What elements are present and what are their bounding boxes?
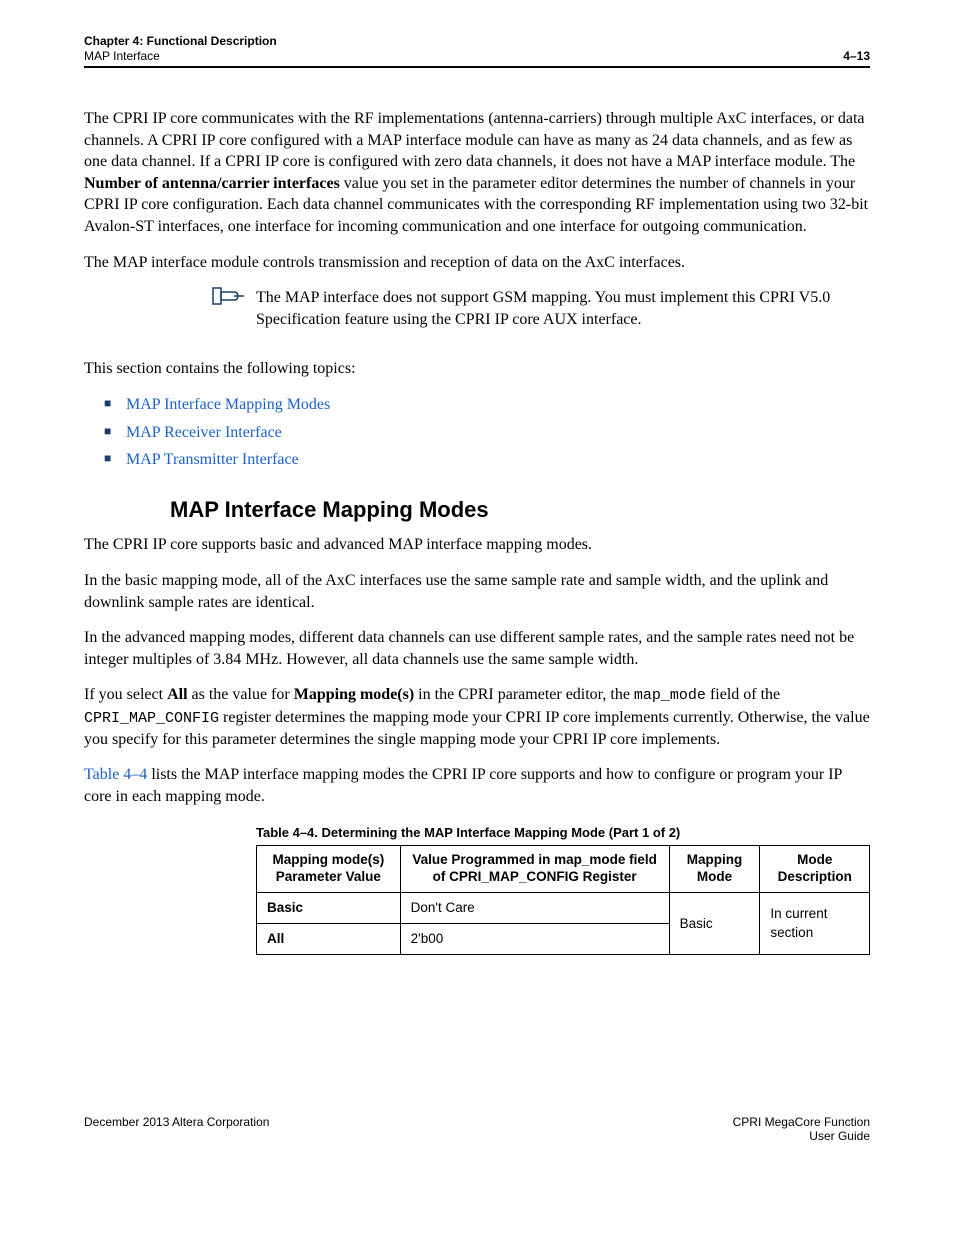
header-pagenum: 4–13	[843, 49, 870, 64]
topics-intro: This section contains the following topi…	[84, 358, 870, 380]
table-header: Mapping Mode	[669, 846, 760, 893]
header-section: MAP Interface	[84, 49, 277, 64]
table-header: Mapping mode(s) Parameter Value	[257, 846, 401, 893]
modes-paragraph-4: If you select All as the value for Mappi…	[84, 684, 870, 750]
table-header: Mode Description	[760, 846, 870, 893]
code-map-mode: map_mode	[634, 687, 706, 704]
intro-paragraph-2: The MAP interface module controls transm…	[84, 252, 870, 274]
page-header: Chapter 4: Functional Description MAP In…	[84, 34, 870, 64]
intro-paragraph-1: The CPRI IP core communicates with the R…	[84, 108, 870, 238]
pointing-hand-icon	[212, 287, 256, 312]
page-footer: December 2013 Altera Corporation CPRI Me…	[84, 1115, 870, 1143]
header-chapter: Chapter 4: Functional Description	[84, 34, 277, 49]
modes-paragraph-3: In the advanced mapping modes, different…	[84, 627, 870, 670]
modes-paragraph-1: The CPRI IP core supports basic and adva…	[84, 534, 870, 556]
header-rule	[84, 66, 870, 68]
footer-left: December 2013 Altera Corporation	[84, 1115, 269, 1143]
topics-list: MAP Interface Mapping Modes MAP Receiver…	[84, 394, 870, 471]
mapping-mode-table: Mapping mode(s) Parameter Value Value Pr…	[256, 845, 870, 955]
list-item: MAP Receiver Interface	[104, 422, 870, 444]
modes-paragraph-5: Table 4–4 lists the MAP interface mappin…	[84, 764, 870, 807]
table-caption: Table 4–4. Determining the MAP Interface…	[256, 824, 870, 842]
param-name-antenna-carrier: Number of antenna/carrier interfaces	[84, 175, 340, 192]
code-cpri-map-config: CPRI_MAP_CONFIG	[84, 710, 219, 727]
table-header: Value Programmed in map_mode field of CP…	[400, 846, 669, 893]
note-block: The MAP interface does not support GSM m…	[84, 287, 870, 344]
modes-paragraph-2: In the basic mapping mode, all of the Ax…	[84, 570, 870, 613]
table-row: Basic Don't Care Basic In current sectio…	[257, 892, 870, 923]
link-map-receiver[interactable]: MAP Receiver Interface	[126, 424, 282, 441]
list-item: MAP Interface Mapping Modes	[104, 394, 870, 416]
footer-doc-title: CPRI MegaCore Function	[733, 1115, 870, 1129]
link-map-transmitter[interactable]: MAP Transmitter Interface	[126, 451, 299, 468]
link-map-mapping-modes[interactable]: MAP Interface Mapping Modes	[126, 396, 330, 413]
note-text: The MAP interface does not support GSM m…	[256, 287, 870, 330]
list-item: MAP Transmitter Interface	[104, 449, 870, 471]
footer-doc-subtitle: User Guide	[733, 1129, 870, 1143]
heading-map-mapping-modes: MAP Interface Mapping Modes	[170, 495, 870, 525]
link-table-4-4[interactable]: Table 4–4	[84, 766, 147, 783]
